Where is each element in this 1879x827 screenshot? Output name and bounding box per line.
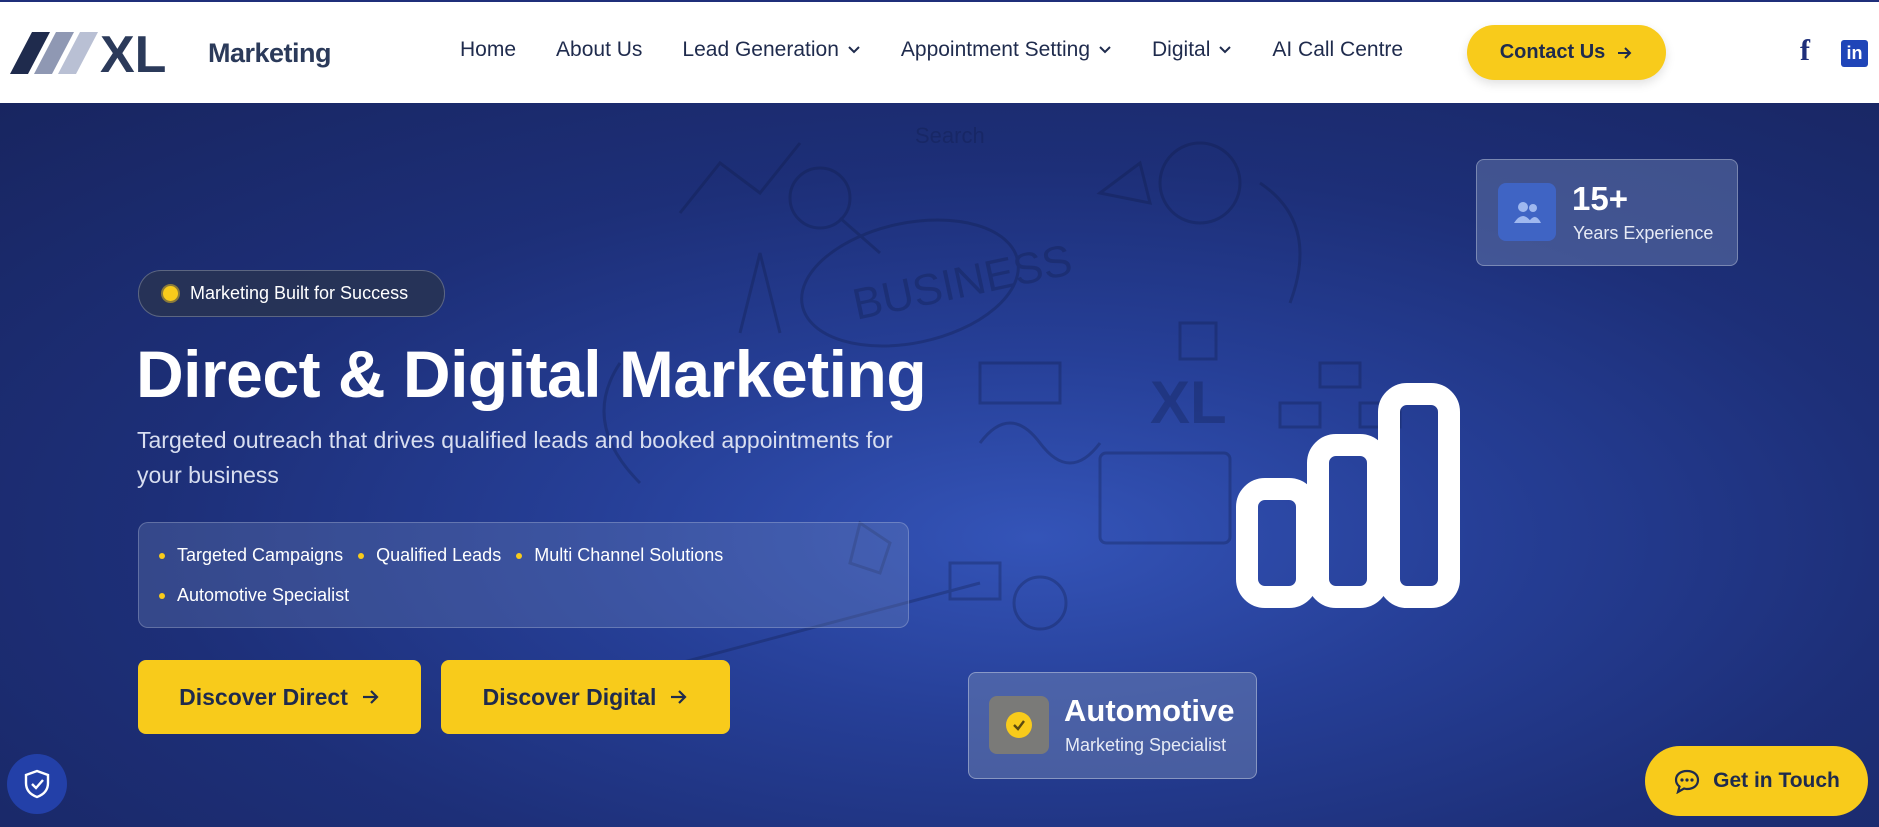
nav-about-label: About Us (556, 38, 643, 61)
doodle-business-word: BUSINESS (848, 236, 1076, 330)
experience-stat-card: 15+ Years Experience (1476, 159, 1738, 266)
check-circle-icon (989, 696, 1049, 754)
hero-title: Direct & Digital Marketing (136, 337, 927, 411)
stat-number: 15+ (1572, 180, 1628, 217)
logo-name: Marketing (208, 37, 332, 68)
nav-digital-label: Digital (1152, 38, 1211, 61)
feature-item: Automotive Specialist (159, 585, 349, 606)
nav-appointment-label: Appointment Setting (900, 38, 1091, 61)
arrow-right-icon (671, 690, 687, 704)
chat-bubble-icon (1673, 768, 1701, 794)
feature-label: Multi Channel Solutions (534, 545, 724, 565)
contact-us-label: Contact Us (1499, 41, 1606, 63)
features-box: Targeted Campaigns Qualified Leads Multi… (138, 522, 909, 628)
main-nav: Home About Us Lead Generation Appointmen… (460, 38, 1443, 62)
get-in-touch-button[interactable]: Get in Touch (1645, 746, 1868, 816)
hero-subtitle: Targeted outreach that drives qualified … (137, 427, 893, 488)
nav-home-label: Home (460, 38, 517, 61)
nav-appointment-setting[interactable]: Appointment Setting (901, 38, 1112, 62)
get-in-touch-label: Get in Touch (1713, 769, 1840, 792)
doodle-search-word: Search (915, 123, 985, 148)
discover-direct-label: Discover Direct (179, 683, 348, 710)
features-row: Automotive Specialist (159, 585, 364, 606)
hero-badge-text: Marketing Built for Success (190, 283, 409, 303)
facebook-icon[interactable]: f (1800, 34, 1810, 68)
discover-digital-button[interactable]: Discover Digital (441, 660, 730, 734)
bullet-icon (358, 552, 365, 559)
hero-badge: Marketing Built for Success (138, 270, 445, 317)
shield-check-icon (24, 769, 50, 799)
bullet-icon (159, 592, 165, 599)
stat-label: Years Experience (1573, 223, 1714, 243)
chevron-down-icon (1099, 46, 1111, 54)
bar-chart-icon (1236, 383, 1460, 608)
linkedin-icon[interactable]: in (1841, 40, 1868, 67)
logo-mark-icon: XL (10, 30, 166, 76)
nav-lead-generation[interactable]: Lead Generation (682, 38, 860, 62)
nav-ai-label: AI Call Centre (1272, 38, 1404, 61)
chevron-down-icon (848, 46, 860, 54)
automotive-label: Marketing Specialist (1065, 735, 1227, 755)
discover-direct-button[interactable]: Discover Direct (138, 660, 421, 734)
arrow-right-icon (362, 690, 379, 704)
doodle-xl-word: XL (1150, 369, 1227, 436)
automotive-title: Automotive (1064, 693, 1235, 728)
feature-label: Qualified Leads (376, 545, 502, 565)
discover-digital-label: Discover Digital (482, 683, 657, 710)
nav-ai-call-centre[interactable]: AI Call Centre (1272, 38, 1403, 62)
nav-about-us[interactable]: About Us (556, 38, 642, 62)
feature-item: Targeted Campaigns (159, 545, 343, 566)
logo-xl: XL (100, 30, 166, 76)
nav-home[interactable]: Home (460, 38, 516, 62)
automotive-card: Automotive Marketing Specialist (968, 672, 1257, 779)
site-logo[interactable]: XL Marketing (10, 30, 332, 76)
feature-item: Qualified Leads (358, 545, 501, 566)
badge-dot-icon (161, 284, 180, 303)
bullet-icon (516, 552, 523, 559)
arrow-right-icon (1618, 46, 1632, 59)
feature-item: Multi Channel Solutions (516, 545, 723, 566)
chevron-down-icon (1219, 46, 1232, 54)
site-header: XL Marketing Home About Us Lead Generati… (0, 2, 1879, 103)
nav-digital[interactable]: Digital (1152, 38, 1232, 62)
contact-us-button[interactable]: Contact Us (1467, 25, 1666, 80)
features-row: Targeted Campaigns Qualified Leads Multi… (159, 545, 738, 566)
feature-label: Automotive Specialist (177, 585, 350, 605)
privacy-shield-button[interactable] (7, 754, 67, 814)
hero-section: BUSINESS Search XL Marketing Built for S… (0, 103, 1879, 827)
people-icon (1498, 183, 1556, 241)
feature-label: Targeted Campaigns (177, 545, 344, 565)
nav-lead-label: Lead Generation (682, 38, 839, 61)
bullet-icon (159, 552, 165, 559)
